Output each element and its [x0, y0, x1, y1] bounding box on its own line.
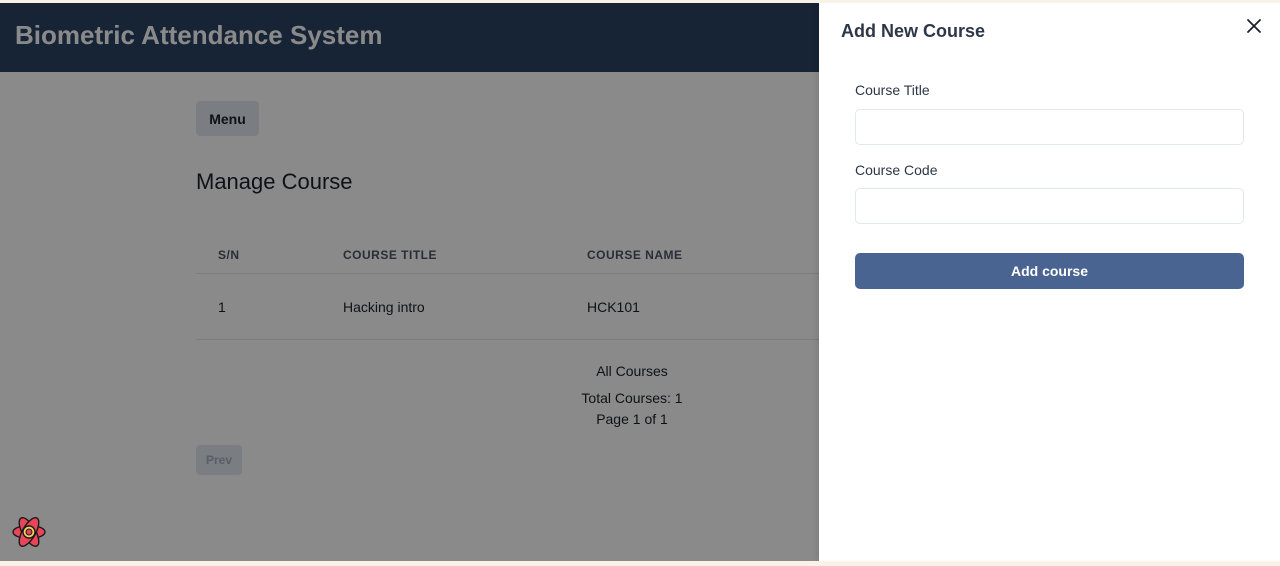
- add-course-drawer: Add New Course Course Title Course Code …: [819, 3, 1280, 561]
- close-icon[interactable]: [1242, 14, 1266, 38]
- add-course-button[interactable]: Add course: [855, 253, 1244, 289]
- react-logo-icon[interactable]: [10, 513, 48, 551]
- course-code-input[interactable]: [855, 188, 1244, 224]
- page: Biometric Attendance System Menu Manage …: [0, 3, 1280, 561]
- course-title-label: Course Title: [855, 82, 930, 98]
- course-title-input[interactable]: [855, 109, 1244, 145]
- drawer-title: Add New Course: [841, 21, 986, 41]
- course-code-label: Course Code: [855, 162, 938, 178]
